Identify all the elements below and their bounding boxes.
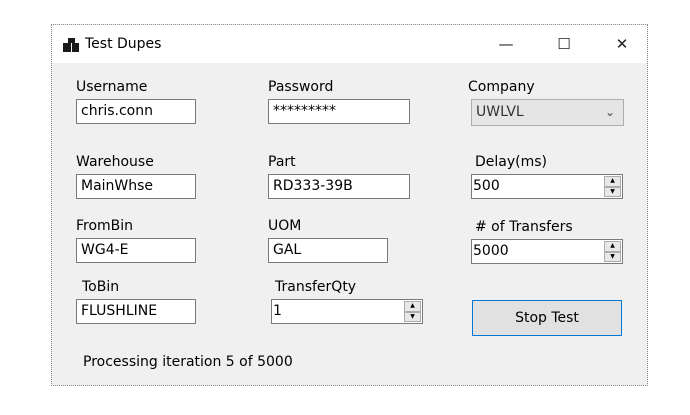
transfers-label: # of Transfers: [475, 219, 573, 235]
frombin-field[interactable]: WG4-E: [76, 238, 196, 263]
window-title: Test Dupes: [85, 36, 162, 52]
part-field[interactable]: RD333-39B: [268, 174, 410, 199]
company-select[interactable]: UWLVL ⌄: [471, 99, 624, 126]
uom-field[interactable]: GAL: [268, 238, 388, 263]
password-label: Password: [268, 79, 334, 95]
delay-label: Delay(ms): [475, 154, 548, 170]
delay-value[interactable]: 500: [473, 175, 500, 198]
company-select-value: UWLVL: [476, 104, 524, 120]
maximize-button[interactable]: ☐: [541, 25, 587, 63]
warehouse-field[interactable]: MainWhse: [76, 174, 196, 199]
tobin-label: ToBin: [82, 279, 120, 295]
transfers-stepper[interactable]: 5000 ▲ ▼: [471, 239, 623, 264]
username-label: Username: [76, 79, 148, 95]
username-field[interactable]: chris.conn: [76, 99, 196, 124]
chevron-down-icon[interactable]: ⌄: [605, 100, 615, 125]
transfers-value[interactable]: 5000: [473, 240, 509, 263]
transferqty-stepper[interactable]: 1 ▲ ▼: [271, 299, 423, 324]
password-field[interactable]: *********: [268, 99, 410, 124]
minimize-button[interactable]: —: [483, 25, 529, 63]
title-bar: Test Dupes — ☐ ✕: [52, 25, 647, 63]
tobin-field[interactable]: FLUSHLINE: [76, 299, 196, 324]
app-icon: [63, 38, 79, 52]
uom-label: UOM: [268, 218, 302, 234]
spin-down-icon[interactable]: ▼: [404, 311, 421, 322]
transferqty-value[interactable]: 1: [273, 300, 282, 323]
spin-down-icon[interactable]: ▼: [604, 251, 621, 262]
part-label: Part: [268, 154, 296, 170]
warehouse-label: Warehouse: [76, 154, 154, 170]
spin-up-icon[interactable]: ▲: [604, 176, 621, 187]
transferqty-label: TransferQty: [275, 279, 357, 295]
spin-down-icon[interactable]: ▼: [604, 186, 621, 197]
main-window: Test Dupes — ☐ ✕ Username chris.conn Pas…: [51, 24, 648, 386]
close-button[interactable]: ✕: [599, 25, 645, 63]
spin-up-icon[interactable]: ▲: [404, 301, 421, 312]
spin-up-icon[interactable]: ▲: [604, 241, 621, 252]
frombin-label: FromBin: [76, 218, 134, 234]
delay-stepper[interactable]: 500 ▲ ▼: [471, 174, 623, 199]
company-label: Company: [468, 79, 535, 95]
stop-test-button[interactable]: Stop Test: [472, 300, 622, 336]
status-text: Processing iteration 5 of 5000: [83, 354, 293, 370]
